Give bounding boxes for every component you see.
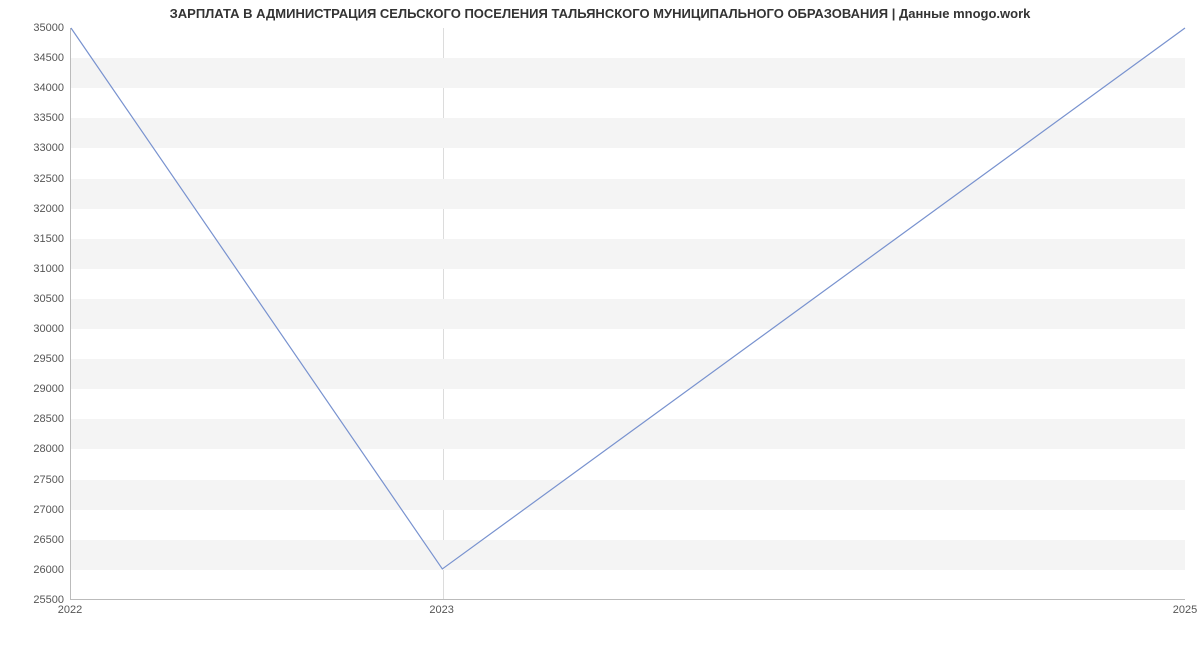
chart-container: ЗАРПЛАТА В АДМИНИСТРАЦИЯ СЕЛЬСКОГО ПОСЕЛ… [0, 0, 1200, 650]
y-tick-label: 28000 [4, 443, 64, 455]
y-tick-label: 28500 [4, 413, 64, 425]
x-tick-label: 2023 [429, 604, 453, 616]
y-tick-label: 34000 [4, 82, 64, 94]
y-tick-label: 26000 [4, 564, 64, 576]
data-line [71, 28, 1185, 569]
x-tick-label: 2022 [58, 604, 82, 616]
y-tick-label: 27000 [4, 504, 64, 516]
y-tick-label: 27500 [4, 474, 64, 486]
chart-title: ЗАРПЛАТА В АДМИНИСТРАЦИЯ СЕЛЬСКОГО ПОСЕЛ… [0, 6, 1200, 21]
y-tick-label: 32000 [4, 203, 64, 215]
y-tick-label: 30500 [4, 293, 64, 305]
y-tick-label: 29500 [4, 353, 64, 365]
y-tick-label: 31000 [4, 263, 64, 275]
y-tick-label: 25500 [4, 594, 64, 606]
y-tick-label: 31500 [4, 233, 64, 245]
x-tick-label: 2025 [1173, 604, 1197, 616]
y-tick-label: 34500 [4, 52, 64, 64]
y-tick-label: 33500 [4, 112, 64, 124]
y-tick-label: 29000 [4, 383, 64, 395]
line-series [71, 28, 1185, 599]
plot-area [70, 28, 1185, 600]
y-tick-label: 30000 [4, 323, 64, 335]
y-tick-label: 33000 [4, 142, 64, 154]
y-tick-label: 32500 [4, 173, 64, 185]
y-tick-label: 26500 [4, 534, 64, 546]
y-tick-label: 35000 [4, 22, 64, 34]
